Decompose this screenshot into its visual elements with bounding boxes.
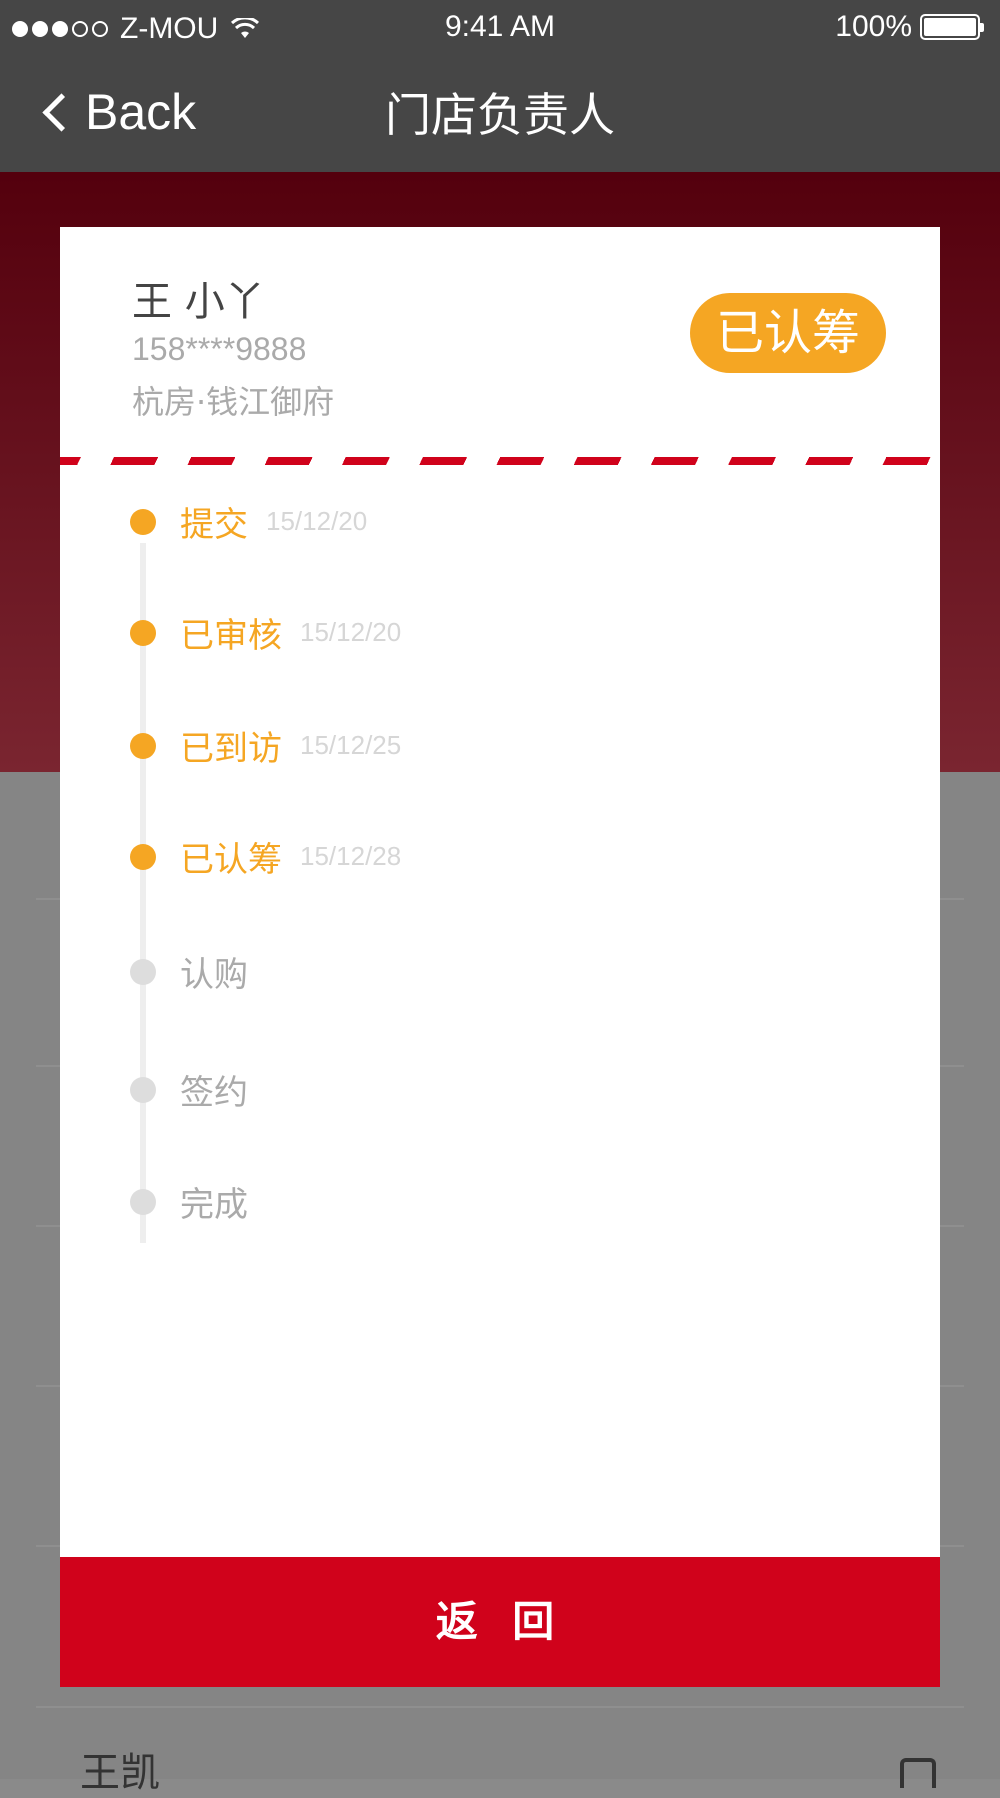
timeline-step: 已认筹 15/12/28 <box>130 832 401 881</box>
step-dot-icon <box>130 732 156 759</box>
nav-bar: Back 门店负责人 <box>0 55 1000 172</box>
step-label: 完成 <box>180 1185 248 1225</box>
step-date: 15/12/20 <box>266 506 368 536</box>
battery-icon <box>920 14 984 40</box>
timeline-step: 完成 <box>130 1177 248 1226</box>
step-dot-icon <box>130 843 156 870</box>
step-dot-icon <box>130 958 156 985</box>
step-label: 提交 <box>180 505 248 545</box>
page-title: 门店负责人 <box>385 88 615 142</box>
customer-phone: 158****9888 <box>132 331 307 367</box>
contact-icon <box>900 1758 936 1788</box>
customer-project: 杭房·钱江御府 <box>132 383 335 421</box>
step-label: 已认筹 <box>180 840 282 880</box>
step-date: 15/12/20 <box>300 617 402 647</box>
step-dot-icon <box>130 619 156 646</box>
battery-percent: 100% <box>835 10 912 43</box>
step-label: 已到访 <box>180 729 282 769</box>
battery-indicator: 100% <box>835 10 984 44</box>
step-label: 已审核 <box>180 616 282 656</box>
step-date: 15/12/25 <box>300 730 402 760</box>
customer-name: 王 小丫 <box>132 279 265 325</box>
dashed-divider <box>60 457 940 465</box>
divider <box>36 1706 964 1708</box>
progress-modal: 王 小丫 158****9888 杭房·钱江御府 已认筹 提交 15/12/20… <box>60 227 940 1687</box>
step-date: 15/12/28 <box>300 841 402 871</box>
step-label: 签约 <box>180 1073 248 1113</box>
step-label: 认购 <box>180 955 248 995</box>
background-list-name: 王凯 <box>80 1750 160 1796</box>
timeline-step: 已到访 15/12/25 <box>130 721 401 770</box>
step-dot-icon <box>130 508 156 535</box>
timeline-step: 已审核 15/12/20 <box>130 608 401 657</box>
step-dot-icon <box>130 1076 156 1103</box>
timeline-step: 认购 <box>130 947 248 996</box>
timeline-step: 签约 <box>130 1065 248 1114</box>
timeline-step: 提交 15/12/20 <box>130 497 367 546</box>
status-badge: 已认筹 <box>690 293 886 373</box>
return-button[interactable]: 返 回 <box>60 1557 940 1687</box>
step-dot-icon <box>130 1188 156 1215</box>
status-bar: Z-MOU 9:41 AM 100% <box>0 0 1000 55</box>
